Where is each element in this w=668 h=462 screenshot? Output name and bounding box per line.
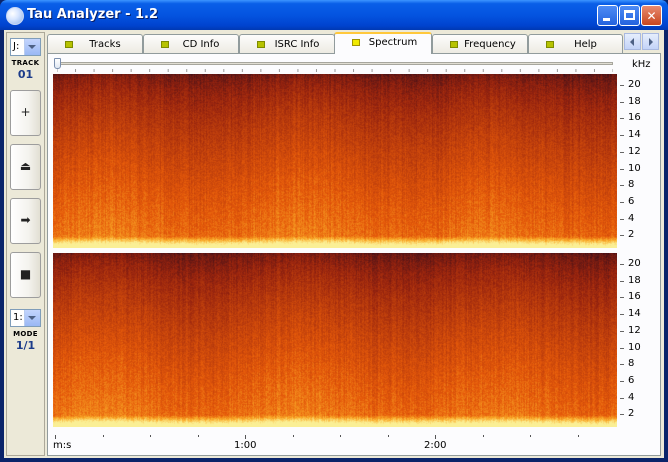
window-title: Tau Analyzer - 1.2 xyxy=(27,7,159,22)
frequency-tick-label: 10 xyxy=(620,341,641,353)
frequency-tick-label: 12 xyxy=(620,145,641,157)
close-icon: ✕ xyxy=(646,9,657,23)
app-icon xyxy=(6,7,24,25)
close-button[interactable]: ✕ xyxy=(641,5,662,26)
frequency-tick-label: 20 xyxy=(620,258,641,269)
tab-label: ISRC Info xyxy=(274,39,320,50)
position-slider[interactable] xyxy=(54,58,613,69)
frequency-tick-label: 14 xyxy=(620,308,641,320)
time-tick xyxy=(340,435,341,437)
time-tick xyxy=(530,435,531,437)
tab-label: Help xyxy=(574,39,597,50)
frequency-tick-label: 14 xyxy=(620,129,641,141)
stop-icon: ■ xyxy=(19,267,32,281)
frequency-tick-label: 2 xyxy=(619,408,635,420)
y-axis-top: 20 18 16 14 12 10 8 6 4 2 xyxy=(619,74,660,248)
frequency-tick-label: 8 xyxy=(619,358,635,370)
frequency-tick-label: 2 xyxy=(619,229,635,241)
frequency-tick-label: 16 xyxy=(620,112,641,124)
time-tick xyxy=(150,435,151,437)
spectrogram-left-channel xyxy=(53,74,617,248)
tab-label: CD Info xyxy=(182,39,220,50)
time-tick xyxy=(245,435,246,439)
slider-thumb[interactable] xyxy=(54,58,61,69)
tab-scroll-buttons xyxy=(624,33,660,51)
tab-label: Frequency xyxy=(464,39,516,50)
title-bar[interactable]: Tau Analyzer - 1.2 ✕ xyxy=(0,0,668,30)
minimize-icon xyxy=(603,18,610,21)
chevron-down-icon[interactable] xyxy=(24,310,40,326)
play-arrow-icon: ➡ xyxy=(20,213,31,227)
frequency-tick-label: 4 xyxy=(619,212,635,224)
play-button[interactable]: ➡ xyxy=(10,198,41,244)
spectrogram-area: 20 18 16 14 12 10 8 6 4 2 20 18 16 14 12 10 8 6 4 2 xyxy=(48,72,641,434)
time-tick xyxy=(482,435,484,437)
chevron-down-icon[interactable] xyxy=(24,39,40,55)
tab-frequency[interactable]: Frequency xyxy=(432,34,528,54)
time-tick xyxy=(387,435,389,437)
frequency-unit-label: kHz xyxy=(632,59,651,70)
maximize-icon xyxy=(624,10,635,20)
tab-spectrum[interactable]: Spectrum xyxy=(334,32,432,54)
time-tick xyxy=(435,435,436,439)
frequency-tick-label: 12 xyxy=(620,324,641,336)
time-tick xyxy=(102,435,104,437)
time-tick xyxy=(577,435,579,437)
add-button[interactable]: + xyxy=(10,90,41,136)
time-tick-label: 1:00 xyxy=(234,440,257,451)
tab-scroll-left-icon[interactable] xyxy=(624,33,641,50)
sidebar: J: TRACK 01 + ⏏ ➡ ■ 1: MODE 1/1 xyxy=(6,32,45,456)
time-tick xyxy=(55,435,56,439)
tab-label: Tracks xyxy=(89,39,121,50)
tab-strip: Tracks CD Info ISRC Info Spectrum Freque… xyxy=(47,32,623,54)
y-axis-bottom: 20 18 16 14 12 10 8 6 4 2 xyxy=(619,253,660,427)
frequency-tick-label: 6 xyxy=(619,374,635,386)
time-tick xyxy=(197,435,199,437)
tab-label: Spectrum xyxy=(368,37,418,48)
eject-button[interactable]: ⏏ xyxy=(10,144,41,190)
mode-select-value: 1: xyxy=(13,312,23,323)
spectrum-panel: kHz 20 18 16 14 12 10 8 6 4 2 20 18 16 14 12 10 8 6 4 2 m:… xyxy=(47,53,661,456)
spectrogram-right-channel xyxy=(53,253,617,427)
track-number: 01 xyxy=(17,68,34,81)
drive-select-value: J: xyxy=(13,41,20,52)
frequency-tick-label: 20 xyxy=(620,79,641,90)
frequency-tick-label: 18 xyxy=(620,95,641,107)
frequency-tick-label: 4 xyxy=(619,391,635,403)
tab-tracks[interactable]: Tracks xyxy=(47,34,143,54)
time-tick xyxy=(292,435,294,437)
tab-isrc-info[interactable]: ISRC Info xyxy=(239,34,335,54)
stop-button[interactable]: ■ xyxy=(10,252,41,298)
time-axis-label: m:s xyxy=(53,440,72,451)
mode-label: MODE xyxy=(13,330,38,338)
client-area: J: TRACK 01 + ⏏ ➡ ■ 1: MODE 1/1 Tracks C… xyxy=(4,30,664,458)
track-label: TRACK xyxy=(11,59,40,67)
frequency-tick-label: 10 xyxy=(620,162,641,174)
time-tick-label: 2:00 xyxy=(424,440,447,451)
mode-value: 1/1 xyxy=(15,339,36,352)
plus-icon: + xyxy=(20,105,31,119)
eject-icon: ⏏ xyxy=(19,159,32,173)
frequency-tick-label: 18 xyxy=(620,274,641,286)
mode-select[interactable]: 1: xyxy=(10,309,41,327)
time-axis: m:s 1:00 2:00 xyxy=(53,435,617,455)
frequency-tick-label: 8 xyxy=(619,179,635,191)
tab-cd-info[interactable]: CD Info xyxy=(143,34,239,54)
frequency-tick-label: 16 xyxy=(620,291,641,303)
maximize-button[interactable] xyxy=(619,5,640,26)
minimize-button[interactable] xyxy=(597,5,618,26)
tab-help[interactable]: Help xyxy=(528,34,623,54)
drive-select[interactable]: J: xyxy=(10,38,41,56)
tab-scroll-right-icon[interactable] xyxy=(642,33,659,50)
frequency-tick-label: 6 xyxy=(619,195,635,207)
app-window: Tau Analyzer - 1.2 ✕ J: TRACK 01 + ⏏ ➡ ■ xyxy=(0,0,668,462)
